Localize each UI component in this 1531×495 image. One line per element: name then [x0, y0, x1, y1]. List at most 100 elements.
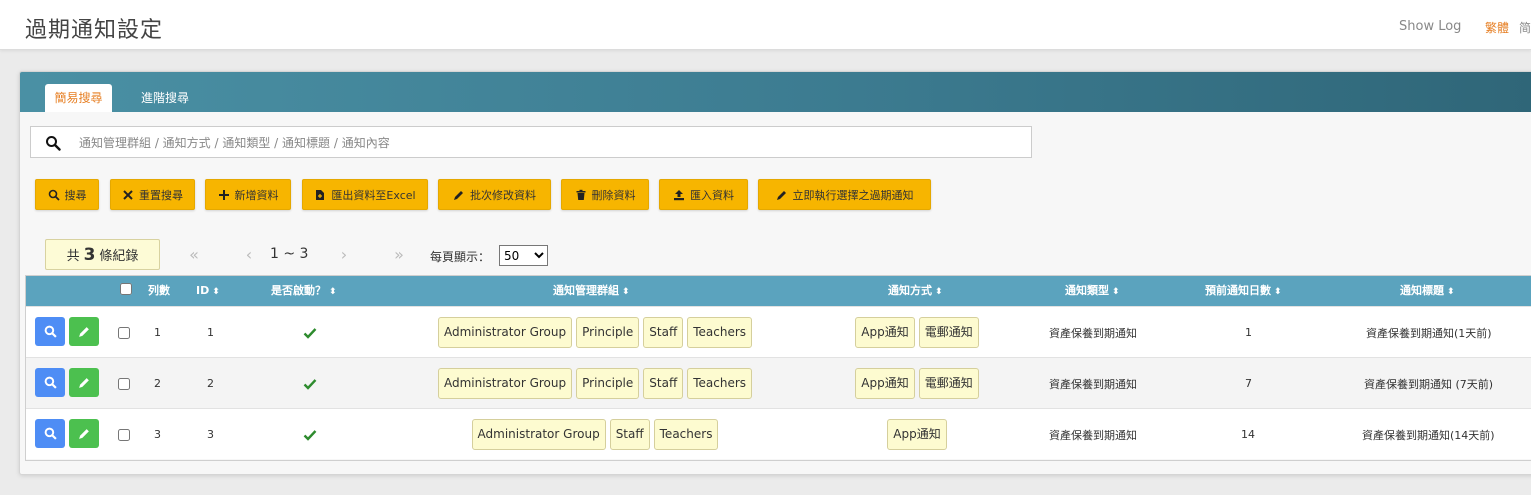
col-title[interactable]: 通知標題 ⬍: [1400, 275, 1455, 306]
col-type-label: 通知類型: [1065, 284, 1109, 297]
row-checkbox[interactable]: [118, 377, 130, 390]
edit-record-button[interactable]: [69, 368, 99, 397]
search-button[interactable]: 搜尋: [35, 179, 99, 210]
sort-icon: ⬍: [1274, 287, 1282, 297]
type-cell: 資產保養到期通知: [1049, 326, 1137, 340]
row-checkbox-cell: [118, 307, 130, 358]
sort-icon: ⬍: [1447, 287, 1455, 297]
import-data-button-label: 匯入資料: [690, 188, 734, 202]
record-count-prefix: 共: [66, 249, 80, 264]
pencil-icon: [454, 190, 463, 200]
edit-record-button[interactable]: [69, 419, 99, 448]
groups-cell: Administrator Group Staff Teachers: [442, 409, 752, 460]
type-cell: 資產保養到期通知: [1049, 377, 1137, 391]
search-box: [30, 126, 1032, 158]
group-tag: Principle: [576, 368, 640, 399]
record-count-number: 3: [83, 244, 96, 265]
row-checkbox[interactable]: [118, 428, 130, 441]
method-tag: 電郵通知: [918, 317, 979, 348]
lang-traditional-link[interactable]: 繁體: [1485, 19, 1509, 36]
first-page-button[interactable]: «: [170, 239, 218, 270]
id-cell: 2: [207, 377, 214, 390]
col-row-no[interactable]: 列數: [148, 275, 170, 306]
col-enabled[interactable]: 是否啟動？ ⬍: [271, 275, 337, 306]
enabled-cell: [303, 307, 317, 358]
plus-icon: [218, 189, 229, 200]
search-input[interactable]: [79, 132, 1019, 154]
search-icon: [44, 325, 57, 338]
edit-record-button[interactable]: [69, 317, 99, 346]
group-tag: Administrator Group: [437, 368, 573, 399]
pencil-icon: [78, 378, 89, 388]
enabled-cell: [303, 358, 317, 409]
select-all-checkbox[interactable]: [120, 283, 132, 295]
title-cell: 資產保養到期通知 (7天前): [1364, 377, 1494, 391]
top-bar: 過期通知設定 Show Log 繁體 简: [0, 0, 1531, 50]
lang-simplified-link[interactable]: 简: [1519, 19, 1531, 36]
id-cell: 3: [207, 428, 214, 441]
group-tag: Teachers: [653, 419, 719, 450]
reset-search-button[interactable]: 重置搜尋: [110, 179, 195, 210]
col-id[interactable]: ID ⬍: [196, 275, 220, 306]
col-type[interactable]: 通知類型 ⬍: [1065, 275, 1120, 306]
title-cell: 資產保養到期通知(1天前): [1366, 326, 1492, 340]
pencil-icon: [78, 429, 89, 439]
pencil-icon: [776, 190, 786, 200]
view-record-button[interactable]: [35, 419, 65, 448]
method-tag: 電郵通知: [918, 368, 979, 399]
row-checkbox[interactable]: [118, 326, 130, 339]
col-methods[interactable]: 通知方式 ⬍: [888, 275, 943, 306]
prev-page-button[interactable]: ‹: [230, 239, 268, 270]
batch-edit-button-label: 批次修改資料: [470, 188, 536, 202]
methods-cell: App通知 電郵通知: [853, 307, 985, 358]
method-tag: App通知: [855, 368, 915, 399]
add-record-button-label: 新增資料: [234, 188, 279, 202]
method-tag: App通知: [887, 419, 947, 450]
import-data-button[interactable]: 匯入資料: [659, 179, 748, 210]
pencil-icon: [78, 327, 89, 337]
last-page-button[interactable]: »: [375, 239, 423, 270]
col-methods-label: 通知方式: [888, 284, 932, 297]
search-icon: [44, 376, 57, 389]
col-days[interactable]: 預前通知日數 ⬍: [1205, 275, 1282, 306]
add-record-button[interactable]: 新增資料: [205, 179, 291, 210]
check-icon: [303, 378, 317, 390]
sort-icon: ⬍: [329, 287, 337, 297]
col-row-no-label: 列數: [148, 284, 170, 297]
search-tab-bar: 簡易搜尋 進階搜尋: [20, 72, 1531, 112]
methods-cell: App通知: [853, 409, 985, 460]
col-title-label: 通知標題: [1400, 284, 1444, 297]
col-days-label: 預前通知日數: [1205, 284, 1271, 297]
per-page-select[interactable]: 50: [499, 245, 548, 266]
tab-simple-search[interactable]: 簡易搜尋: [45, 84, 112, 112]
record-count: 共 3 條紀錄: [45, 239, 160, 270]
search-icon: [48, 189, 60, 201]
methods-cell: App通知 電郵通知: [853, 358, 985, 409]
sort-icon: ⬍: [212, 287, 220, 297]
main-panel: 簡易搜尋 進階搜尋 搜尋 重置搜尋 新增資料 匯出資料至Excel 批次修改資料…: [19, 71, 1531, 475]
search-button-label: 搜尋: [64, 188, 87, 202]
col-groups[interactable]: 通知管理群組 ⬍: [553, 275, 630, 306]
execute-notification-button[interactable]: 立即執行選擇之過期通知: [758, 179, 931, 210]
view-record-button[interactable]: [35, 317, 65, 346]
tab-advanced-search[interactable]: 進階搜尋: [125, 84, 205, 112]
group-tag: Administrator Group: [471, 419, 606, 450]
per-page-label: 每頁顯示：: [430, 250, 491, 264]
id-cell: 1: [207, 326, 214, 339]
groups-cell: Administrator Group Principle Staff Teacher…: [437, 307, 753, 358]
export-excel-button-label: 匯出資料至Excel: [331, 188, 416, 202]
days-cell: 14: [1241, 428, 1255, 441]
batch-edit-button[interactable]: 批次修改資料: [438, 179, 551, 210]
upload-icon: [674, 189, 684, 200]
check-icon: [303, 327, 317, 339]
delete-record-button[interactable]: 刪除資料: [561, 179, 649, 210]
show-log-link[interactable]: Show Log: [1399, 19, 1461, 34]
view-record-button[interactable]: [35, 368, 65, 397]
trash-icon: [576, 189, 585, 200]
sort-icon: ⬍: [1112, 287, 1120, 297]
next-page-button[interactable]: ›: [325, 239, 363, 270]
row-no-cell: 3: [154, 428, 161, 441]
export-excel-button[interactable]: 匯出資料至Excel: [302, 179, 428, 210]
group-tag: Staff: [643, 317, 684, 348]
page-range: 1 ~ 3: [270, 246, 309, 262]
